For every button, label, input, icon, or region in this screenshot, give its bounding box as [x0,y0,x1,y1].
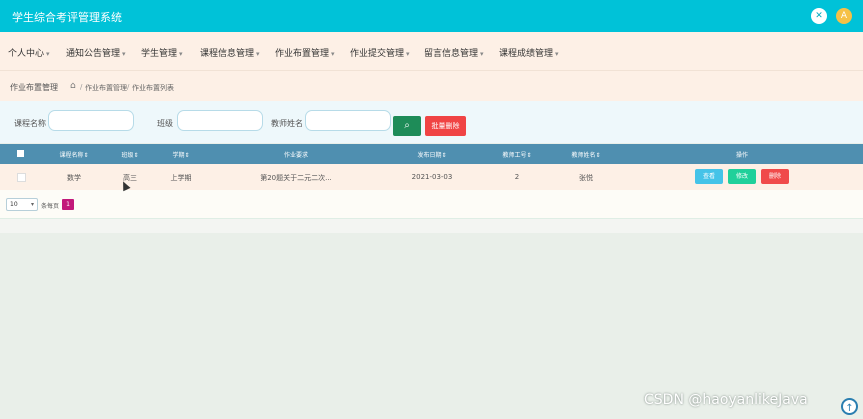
chevron-down-icon: ▾ [46,50,50,58]
breadcrumb-item[interactable]: 作业布置管理 [85,83,127,93]
column-header: 操作 [736,150,748,159]
class-label: 班级 [157,119,173,128]
nav-label: 课程信息管理 [200,49,255,59]
chevron-down-icon: ▾ [30,201,34,208]
nav-item-personal-center[interactable]: 个人中心 ▾ [8,46,50,59]
nav-item-grades[interactable]: 课程成绩管理 ▾ [499,46,559,59]
chevron-down-icon: ▾ [256,50,260,58]
batch-delete-button[interactable]: 批量删除 [425,116,466,136]
sort-icon: ⇕ [83,152,89,159]
column-label: 课程名称 [59,152,84,159]
cell-date: 2021-03-03 [411,173,453,181]
select-all-checkbox[interactable] [17,150,24,157]
nav-label: 作业提交管理 [350,49,405,59]
sort-icon: ⇕ [184,152,190,159]
settings-icon[interactable]: ✕ [811,8,827,24]
nav-label: 留言信息管理 [424,49,479,59]
nav-item-homework-assign[interactable]: 作业布置管理 ▾ [275,46,335,59]
chevron-down-icon: ▾ [555,50,559,58]
per-page-label: 条每页 [41,203,60,210]
search-icon: ⌕ [404,120,410,131]
column-label: 教师工号 [502,152,527,159]
sort-icon: ⇕ [441,152,447,159]
column-header: 作业要求 [284,150,308,159]
column-label: 发布日期 [417,152,442,159]
column-header[interactable]: 课程名称⇕ [59,150,88,159]
sort-icon: ⇕ [526,152,532,159]
app-title: 学生综合考评管理系统 [12,11,122,24]
sort-icon: ⇕ [595,152,601,159]
search-button[interactable]: ⌕ [393,116,421,136]
cell-teacher-name: 张悦 [579,174,593,182]
page-size-select[interactable]: 10 ▾ [6,198,38,211]
table-header: 课程名称⇕ 班级⇕ 学期⇕ 作业要求 发布日期⇕ 教师工号⇕ 教师姓名⇕ 操作 [0,144,863,164]
column-label: 操作 [735,152,749,159]
column-label: 作业要求 [283,152,309,159]
watermark: CSDN @haoyanlikeJava [644,392,808,408]
breadcrumb-item: 作业布置列表 [132,84,174,92]
page-title: 作业布置管理 [10,83,58,92]
column-label: 学期 [172,152,185,159]
breadcrumb-separator: / [127,83,130,91]
teacher-label: 教师姓名 [271,119,303,128]
data-table: 课程名称⇕ 班级⇕ 学期⇕ 作业要求 发布日期⇕ 教师工号⇕ 教师姓名⇕ 操作 … [0,144,863,191]
nav-item-students[interactable]: 学生管理 ▾ [141,46,183,59]
column-header[interactable]: 班级⇕ [121,150,138,159]
column-header[interactable]: 学期⇕ [172,150,189,159]
row-checkbox[interactable] [17,173,26,182]
page-number-button[interactable]: 1 [62,199,74,210]
course-label: 课程名称 [14,119,46,128]
nav-item-messages[interactable]: 留言信息管理 ▾ [424,46,484,59]
column-header[interactable]: 发布日期⇕ [417,150,446,159]
nav-item-course-info[interactable]: 课程信息管理 ▾ [200,46,260,59]
class-input[interactable] [177,110,263,131]
pagination: 10 ▾ 条每页 1 [0,190,863,219]
column-label: 教师姓名 [571,152,596,159]
chevron-down-icon: ▾ [331,50,335,58]
cell-course: 数学 [67,174,81,182]
nav-label: 作业布置管理 [275,49,330,59]
column-label: 班级 [121,152,134,159]
nav-label: 课程成绩管理 [499,49,554,59]
avatar[interactable]: A [836,8,852,24]
breadcrumb-separator: / [80,83,83,91]
page-size-value: 10 [10,201,18,208]
course-name-input[interactable] [48,110,134,131]
column-header[interactable]: 教师工号⇕ [502,150,531,159]
cell-teacher-no: 2 [514,173,520,181]
content-footer [0,219,863,233]
nav-item-notice[interactable]: 通知公告管理 ▾ [66,46,126,59]
breadcrumb: 作业布置管理 ⌂ / 作业布置管理 / 作业布置列表 [0,71,863,101]
arrow-up-icon: ↑ [845,403,854,414]
main-nav: 个人中心 ▾ 通知公告管理 ▾ 学生管理 ▾ 课程信息管理 ▾ 作业布置管理 ▾ 作业提交… [0,32,863,71]
edit-button[interactable]: 修改 [728,169,756,184]
nav-label: 通知公告管理 [66,49,121,59]
cell-requirement: 第20题关于二元二次... [260,174,332,182]
scroll-to-top-button[interactable]: ↑ [841,398,858,415]
delete-button[interactable]: 删除 [761,169,789,184]
chevron-down-icon: ▾ [179,50,183,58]
search-bar: 课程名称 班级 教师姓名 ⌕ 批量删除 [0,101,863,143]
home-icon[interactable]: ⌂ [70,81,76,91]
nav-item-homework-submit[interactable]: 作业提交管理 ▾ [350,46,410,59]
chevron-down-icon: ▾ [122,50,126,58]
view-button[interactable]: 查看 [695,169,723,184]
chevron-down-icon: ▾ [406,50,410,58]
top-bar: 学生综合考评管理系统 ✕ A [0,0,863,32]
sort-icon: ⇕ [133,152,139,159]
column-header[interactable]: 教师姓名⇕ [571,150,600,159]
chevron-down-icon: ▾ [480,50,484,58]
nav-label: 学生管理 [141,49,178,59]
teacher-name-input[interactable] [305,110,391,131]
nav-label: 个人中心 [8,49,45,59]
cell-term: 上学期 [170,174,192,182]
